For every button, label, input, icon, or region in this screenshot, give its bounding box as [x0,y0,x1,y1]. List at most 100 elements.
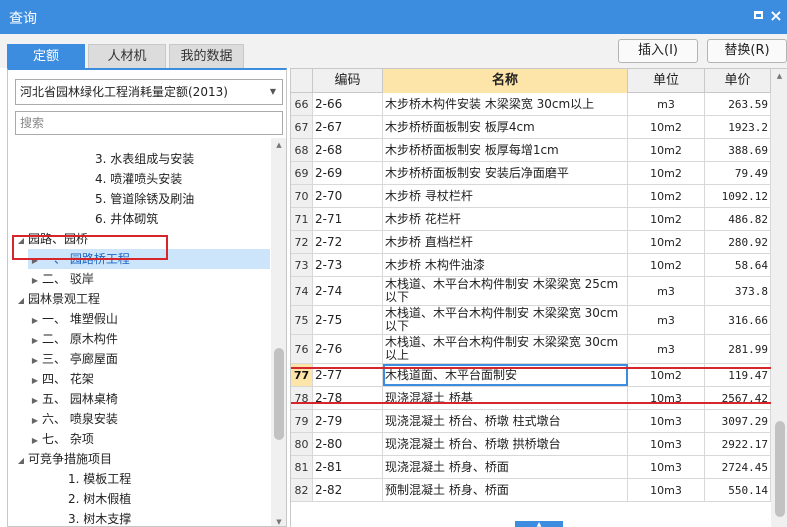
cell-price[interactable]: 263.59 [705,93,771,115]
row-index[interactable]: 79 [291,410,313,432]
cell-unit[interactable]: 10m2 [628,162,705,184]
scroll-thumb[interactable] [775,421,785,517]
cell-unit[interactable]: 10m3 [628,456,705,478]
cell-code[interactable]: 2-79 [313,410,383,432]
row-index[interactable]: 70 [291,185,313,207]
cell-name[interactable]: 现浇混凝土 桥身、桥面 [383,456,628,478]
tree-item[interactable]: ▶ 七、 杂项 [28,429,94,449]
tab-my-data[interactable]: 我的数据 [169,44,244,68]
expand-arrow-icon[interactable]: ▶ [28,351,42,371]
cell-code[interactable]: 2-71 [313,208,383,230]
table-row[interactable]: 70 2-70 木步桥 寻杖栏杆 10m2 1092.12 [291,185,771,208]
expand-arrow-icon[interactable]: ▶ [28,411,42,431]
tree-item[interactable]: ▶ 六、 喷泉安装 [28,409,118,429]
tree-item[interactable]: ▶ 四、 花架 [28,369,94,389]
maximize-icon[interactable] [748,6,768,26]
tree-item[interactable]: ▶ 一、 堆塑假山 [28,309,118,329]
row-index[interactable]: 73 [291,254,313,276]
cell-name[interactable]: 木步桥 木构件油漆 [383,254,628,276]
table-row[interactable]: 80 2-80 现浇混凝土 桥台、桥墩 拱桥墩台 10m3 2922.17 [291,433,771,456]
panel-collapse-grip[interactable]: ▲ [515,521,563,527]
cell-unit[interactable]: m3 [628,277,705,305]
cell-name[interactable]: 木步桥桥面板制安 板厚每增1cm [383,139,628,161]
cell-code[interactable]: 2-69 [313,162,383,184]
cell-name[interactable]: 木步桥木构件安装 木梁梁宽 30cm以上 [383,93,628,115]
insert-button[interactable]: 插入(I) [618,39,698,63]
row-index[interactable]: 75 [291,306,313,334]
cell-unit[interactable]: 10m3 [628,479,705,501]
table-row[interactable]: 74 2-74 木栈道、木平台木构件制安 木梁梁宽 25cm以下 m3 373.8 [291,277,771,306]
tree-item[interactable]: ▶ 三、 亭廊屋面 [28,349,118,369]
table-row[interactable]: 81 2-81 现浇混凝土 桥身、桥面 10m3 2724.45 [291,456,771,479]
cell-price[interactable]: 373.8 [705,277,771,305]
cell-price[interactable]: 550.14 [705,479,771,501]
row-index[interactable]: 82 [291,479,313,501]
expand-arrow-icon[interactable]: ▶ [28,371,42,391]
scroll-up-icon[interactable]: ▲ [771,69,787,83]
cell-code[interactable]: 2-67 [313,116,383,138]
cell-price[interactable]: 316.66 [705,306,771,334]
cell-price[interactable]: 58.64 [705,254,771,276]
cell-price[interactable]: 79.49 [705,162,771,184]
tree-item[interactable]: ▶ 二、 驳岸 [28,269,94,289]
tab-quota[interactable]: 定额 [7,44,85,68]
cell-unit[interactable]: 10m2 [628,116,705,138]
tree-item[interactable]: 6. 井体砌筑 [95,209,158,229]
cell-unit[interactable]: 10m2 [628,139,705,161]
tab-labor-material-machine[interactable]: 人材机 [88,44,166,68]
cell-code[interactable]: 2-74 [313,277,383,305]
row-index[interactable]: 76 [291,335,313,363]
table-row[interactable]: 71 2-71 木步桥 花栏杆 10m2 486.82 [291,208,771,231]
header-price[interactable]: 单价 [705,69,771,93]
cell-name[interactable]: 木栈道、木平台木构件制安 木梁梁宽 25cm以下 [383,277,628,305]
grid-scrollbar[interactable]: ▲ [771,69,787,527]
tree-item[interactable]: 3. 水表组成与安装 [95,149,194,169]
header-code[interactable]: 编码 [313,69,383,93]
cell-price[interactable]: 280.92 [705,231,771,253]
cell-name[interactable]: 木栈道、木平台木构件制安 木梁梁宽 30cm以下 [383,306,628,334]
expand-arrow-icon[interactable]: ▶ [28,431,42,451]
cell-name[interactable]: 预制混凝土 桥身、桥面 [383,479,628,501]
cell-name[interactable]: 现浇混凝土 桥台、桥墩 柱式墩台 [383,410,628,432]
tree-item[interactable]: 1. 模板工程 [68,469,131,489]
table-row[interactable]: 79 2-79 现浇混凝土 桥台、桥墩 柱式墩台 10m3 3097.29 [291,410,771,433]
cell-code[interactable]: 2-81 [313,456,383,478]
expand-arrow-icon[interactable]: ▶ [28,271,42,291]
tree-item[interactable]: ▶ 五、 园林桌椅 [28,389,118,409]
table-row[interactable]: 75 2-75 木栈道、木平台木构件制安 木梁梁宽 30cm以下 m3 316.66 [291,306,771,335]
row-index[interactable]: 66 [291,93,313,115]
cell-price[interactable]: 1092.12 [705,185,771,207]
row-index[interactable]: 81 [291,456,313,478]
cell-code[interactable]: 2-68 [313,139,383,161]
table-row[interactable]: 66 2-66 木步桥木构件安装 木梁梁宽 30cm以上 m3 263.59 [291,93,771,116]
close-icon[interactable]: × [766,6,786,26]
tree-item[interactable]: ▶ 二、 原木构件 [28,329,118,349]
table-row[interactable]: 69 2-69 木步桥桥面板制安 安装后净面磨平 10m2 79.49 [291,162,771,185]
table-row[interactable]: 68 2-68 木步桥桥面板制安 板厚每增1cm 10m2 388.69 [291,139,771,162]
table-row[interactable]: 76 2-76 木栈道、木平台木构件制安 木梁梁宽 30cm以上 m3 281.99 [291,335,771,364]
table-row[interactable]: 73 2-73 木步桥 木构件油漆 10m2 58.64 [291,254,771,277]
tree-item[interactable]: 4. 喷灌喷头安装 [95,169,182,189]
scroll-up-icon[interactable]: ▲ [271,138,286,152]
scroll-down-icon[interactable]: ▼ [271,515,286,526]
cell-name[interactable]: 木栈道、木平台木构件制安 木梁梁宽 30cm以上 [383,335,628,363]
cell-price[interactable]: 486.82 [705,208,771,230]
chevron-down-icon[interactable]: ▼ [270,80,276,104]
header-name[interactable]: 名称 [383,69,628,93]
cell-unit[interactable]: m3 [628,93,705,115]
header-unit[interactable]: 单位 [628,69,705,93]
row-index[interactable]: 72 [291,231,313,253]
cell-price[interactable]: 1923.2 [705,116,771,138]
replace-button[interactable]: 替换(R) [707,39,787,63]
cell-price[interactable]: 2922.17 [705,433,771,455]
row-index[interactable]: 69 [291,162,313,184]
tree-item[interactable]: ◢ 可竞争措施项目 [14,449,112,469]
cell-price[interactable]: 388.69 [705,139,771,161]
expand-arrow-icon[interactable]: ▶ [28,331,42,351]
tree-item[interactable]: 2. 树木假植 [68,489,131,509]
tree-item[interactable]: 5. 管道除锈及刷油 [95,189,194,209]
cell-unit[interactable]: 10m3 [628,410,705,432]
cell-code[interactable]: 2-82 [313,479,383,501]
cell-unit[interactable]: 10m2 [628,231,705,253]
expand-arrow-icon[interactable]: ▶ [28,391,42,411]
